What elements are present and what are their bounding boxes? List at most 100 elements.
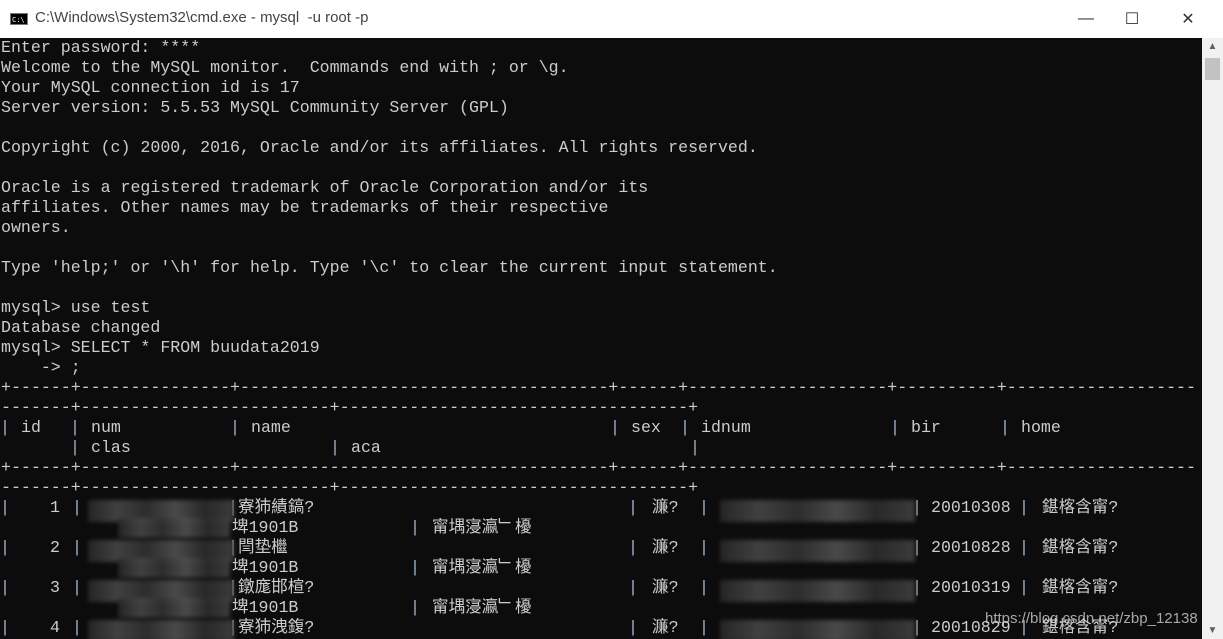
column-header-clas: clas <box>91 438 131 457</box>
close-button[interactable]: ✕ <box>1165 0 1211 38</box>
cell-name: 閆垫檵 <box>238 538 288 557</box>
terminal-line: Welcome to the MySQL monitor. Commands e… <box>1 58 569 77</box>
table-separator: -------+-------------------------+------… <box>1 478 699 497</box>
terminal-line: Database changed <box>1 318 161 337</box>
cmd-app-icon: C:\ <box>10 13 28 25</box>
column-divider: | <box>0 498 10 517</box>
redacted-idnum <box>720 540 915 562</box>
title-bar: C:\ C:\Windows\System32\cmd.exe - mysql … <box>0 0 1223 38</box>
column-divider: | <box>628 618 638 637</box>
column-header-id: id <box>21 418 41 437</box>
column-divider: | <box>70 418 80 437</box>
column-divider: | <box>610 418 620 437</box>
redacted-clas <box>118 598 230 618</box>
column-header-bir: bir <box>911 418 941 437</box>
scroll-down-icon[interactable]: ▼ <box>1202 625 1223 636</box>
column-divider: | <box>72 578 82 597</box>
column-divider: | <box>330 438 340 457</box>
watermark: https://blog.csdn.net/zbp_12138 <box>985 610 1198 627</box>
column-divider: | <box>699 538 709 557</box>
terminal-line: mysql> SELECT * FROM buudata2019 <box>1 338 320 357</box>
column-divider: | <box>628 498 638 517</box>
column-header-home: home <box>1021 418 1061 437</box>
column-divider: | <box>410 598 420 617</box>
column-divider: | <box>410 558 420 577</box>
cell-id: 2 <box>50 538 60 557</box>
redacted-num <box>88 620 234 639</box>
cell-name: 寮犻績鎬? <box>238 498 315 517</box>
cell-name: 寮犻洩鍑? <box>238 618 315 637</box>
table-separator: +------+---------------+----------------… <box>1 458 1196 477</box>
column-divider: | <box>699 618 709 637</box>
table-separator: +------+---------------+----------------… <box>1 378 1196 397</box>
redacted-idnum <box>720 620 915 639</box>
terminal-line: Enter password: **** <box>1 38 201 57</box>
cell-aca: 甯堣寖瀛﹂櫌 <box>432 598 532 617</box>
column-header-idnum: idnum <box>701 418 751 437</box>
redacted-clas <box>118 558 230 578</box>
cell-sex: 濂? <box>652 498 679 517</box>
cell-id: 3 <box>50 578 60 597</box>
column-divider: | <box>410 518 420 537</box>
terminal-line: Your MySQL connection id is 17 <box>1 78 300 97</box>
cell-clas: 埤1901B <box>232 518 299 537</box>
column-header-name: name <box>251 418 291 437</box>
terminal-line: mysql> use test <box>1 298 151 317</box>
cell-home: 鍖楁含甯? <box>1042 578 1119 597</box>
terminal-line: Copyright (c) 2000, 2016, Oracle and/or … <box>1 138 758 157</box>
column-divider: | <box>680 418 690 437</box>
cell-sex: 濂? <box>652 538 679 557</box>
maximize-button[interactable]: ☐ <box>1109 0 1155 38</box>
cell-bir: 20010319 <box>931 578 1011 597</box>
column-divider: | <box>699 578 709 597</box>
redacted-clas <box>118 518 230 538</box>
terminal-line: owners. <box>1 218 71 237</box>
column-divider: | <box>0 578 10 597</box>
column-divider: | <box>690 438 700 457</box>
column-divider: | <box>0 538 10 557</box>
cell-home: 鍖楁含甯? <box>1042 538 1119 557</box>
terminal-line: Server version: 5.5.53 MySQL Community S… <box>1 98 509 117</box>
column-divider: | <box>1019 578 1029 597</box>
column-header-sex: sex <box>631 418 661 437</box>
cell-name: 鐓庬邯楦? <box>238 578 315 597</box>
minimize-button[interactable]: — <box>1063 0 1109 38</box>
cell-id: 4 <box>50 618 60 637</box>
cell-sex: 濂? <box>652 578 679 597</box>
column-divider: | <box>72 618 82 637</box>
terminal-line: Oracle is a registered trademark of Orac… <box>1 178 649 197</box>
cell-bir: 20010828 <box>931 538 1011 557</box>
redacted-idnum <box>720 580 915 602</box>
terminal-line: Type 'help;' or '\h' for help. Type '\c'… <box>1 258 778 277</box>
column-header-num: num <box>91 418 121 437</box>
column-divider: | <box>72 538 82 557</box>
column-divider: | <box>699 498 709 517</box>
column-divider: | <box>628 538 638 557</box>
column-divider: | <box>0 418 10 437</box>
vertical-scrollbar[interactable]: ▲ ▼ <box>1202 38 1223 639</box>
column-header-aca: aca <box>351 438 381 457</box>
window-title: C:\Windows\System32\cmd.exe - mysql -u r… <box>35 9 369 26</box>
cell-id: 1 <box>50 498 60 517</box>
column-divider: | <box>230 418 240 437</box>
column-divider: | <box>1000 418 1010 437</box>
table-separator: -------+-------------------------+------… <box>1 398 699 417</box>
terminal-line: -> ; <box>1 358 81 377</box>
cell-home: 鍖楁含甯? <box>1042 498 1119 517</box>
cell-sex: 濂? <box>652 618 679 637</box>
redacted-idnum <box>720 500 915 522</box>
column-divider: | <box>1019 538 1029 557</box>
cell-clas: 埤1901B <box>232 598 299 617</box>
column-divider: | <box>1019 498 1029 517</box>
column-divider: | <box>70 438 80 457</box>
terminal-output[interactable]: Enter password: **** Welcome to the MySQL… <box>0 38 1202 639</box>
scrollbar-thumb[interactable] <box>1205 58 1220 80</box>
column-divider: | <box>72 498 82 517</box>
cell-bir: 20010308 <box>931 498 1011 517</box>
scroll-up-icon[interactable]: ▲ <box>1202 41 1223 52</box>
cell-aca: 甯堣寖瀛﹂櫌 <box>432 518 532 537</box>
column-divider: | <box>0 618 10 637</box>
cell-clas: 埤1901B <box>232 558 299 577</box>
column-divider: | <box>890 418 900 437</box>
column-divider: | <box>628 578 638 597</box>
